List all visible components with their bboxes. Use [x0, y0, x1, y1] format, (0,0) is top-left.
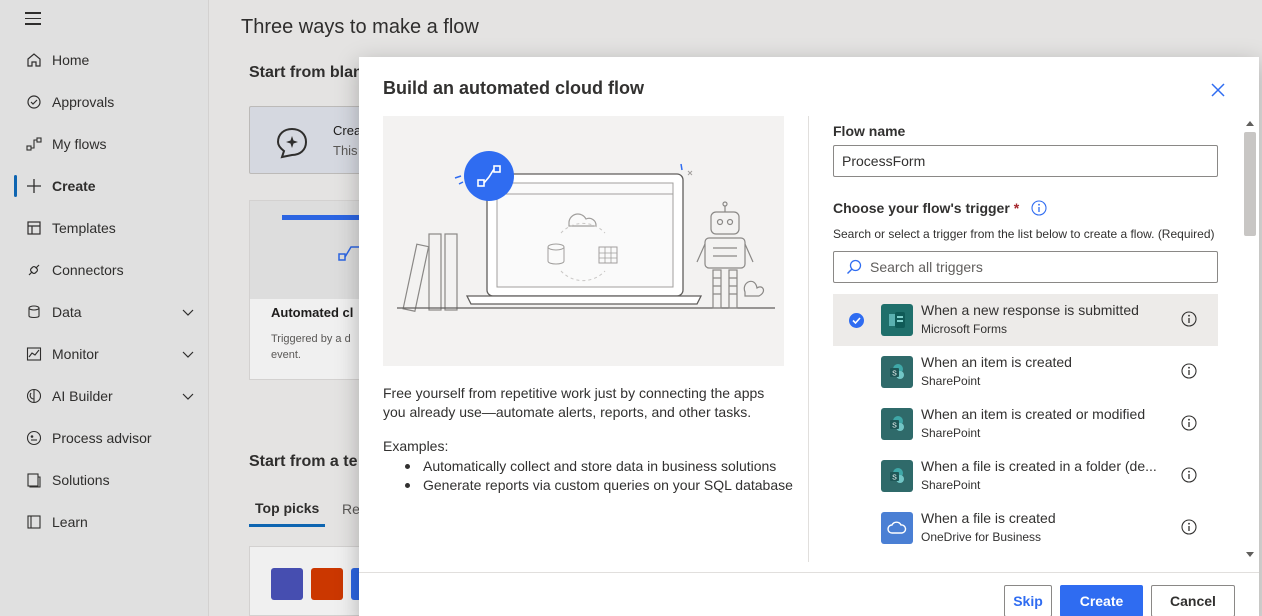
trigger-connector: OneDrive for Business [921, 530, 1042, 544]
info-icon[interactable] [1181, 467, 1197, 483]
list-item: Generate reports via custom queries on y… [405, 477, 793, 493]
sharepoint-icon: S [881, 460, 913, 492]
vertical-scrollbar[interactable] [1243, 116, 1257, 562]
trigger-connector: SharePoint [921, 478, 981, 492]
search-placeholder: Search all triggers [870, 259, 983, 275]
info-icon[interactable] [1181, 363, 1197, 379]
build-flow-dialog: Build an automated cloud flow Free yours… [359, 57, 1259, 616]
flow-name-input[interactable]: ProcessForm [833, 145, 1218, 177]
checkmark-circle-icon [849, 313, 864, 328]
required-mark: * [1013, 200, 1020, 216]
trigger-connector: Microsoft Forms [921, 322, 1008, 336]
info-icon[interactable] [1181, 415, 1197, 431]
search-icon [847, 259, 862, 274]
trigger-option[interactable]: S When an item is created or modified Sh… [833, 398, 1218, 450]
trigger-option[interactable]: When a file is created OneDrive for Busi… [833, 502, 1218, 554]
close-icon[interactable] [1210, 82, 1226, 98]
microsoft-forms-icon [881, 304, 913, 336]
svg-text:S: S [892, 475, 897, 482]
info-icon[interactable] [1181, 519, 1197, 535]
create-button[interactable]: Create [1060, 585, 1143, 616]
trigger-option[interactable]: S When a file is created in a folder (de… [833, 450, 1218, 502]
trigger-name: When a file is created [921, 510, 1056, 526]
trigger-search-input[interactable]: Search all triggers [833, 251, 1218, 283]
cancel-button[interactable]: Cancel [1151, 585, 1235, 616]
flow-name-label: Flow name [833, 123, 906, 139]
sharepoint-icon: S [881, 356, 913, 388]
scroll-down-arrow-icon[interactable] [1246, 552, 1254, 558]
trigger-list: When a new response is submitted Microso… [833, 294, 1218, 554]
trigger-name: When an item is created or modified [921, 406, 1146, 422]
trigger-connector: SharePoint [921, 426, 981, 440]
sharepoint-icon: S [881, 408, 913, 440]
info-icon[interactable] [1031, 200, 1047, 216]
svg-text:S: S [892, 371, 897, 378]
trigger-name: When a file is created in a folder (de..… [921, 458, 1157, 474]
scroll-up-arrow-icon[interactable] [1246, 120, 1254, 126]
list-item: Automatically collect and store data in … [405, 457, 793, 476]
trigger-label-row: Choose your flow's trigger * [833, 200, 1047, 216]
scrollbar-thumb[interactable] [1244, 132, 1256, 236]
trigger-connector: SharePoint [921, 374, 981, 388]
trigger-option[interactable]: When a new response is submitted Microso… [833, 294, 1218, 346]
examples-list: Automatically collect and store data in … [405, 457, 793, 495]
skip-button[interactable]: Skip [1004, 585, 1052, 616]
trigger-name: When a new response is submitted [921, 302, 1139, 318]
footer-divider [359, 572, 1259, 573]
vertical-divider [808, 116, 809, 562]
svg-text:S: S [892, 423, 897, 430]
dialog-description: Free yourself from repetitive work just … [383, 385, 765, 420]
trigger-label: Choose your flow's trigger [833, 200, 1010, 216]
info-icon[interactable] [1181, 311, 1197, 327]
examples-label: Examples: [383, 438, 449, 454]
trigger-option[interactable]: S When an item is created SharePoint [833, 346, 1218, 398]
dialog-title: Build an automated cloud flow [383, 78, 644, 98]
illustration [383, 116, 784, 366]
trigger-name: When an item is created [921, 354, 1072, 370]
onedrive-icon [881, 512, 913, 544]
trigger-hint: Search or select a trigger from the list… [833, 227, 1215, 241]
